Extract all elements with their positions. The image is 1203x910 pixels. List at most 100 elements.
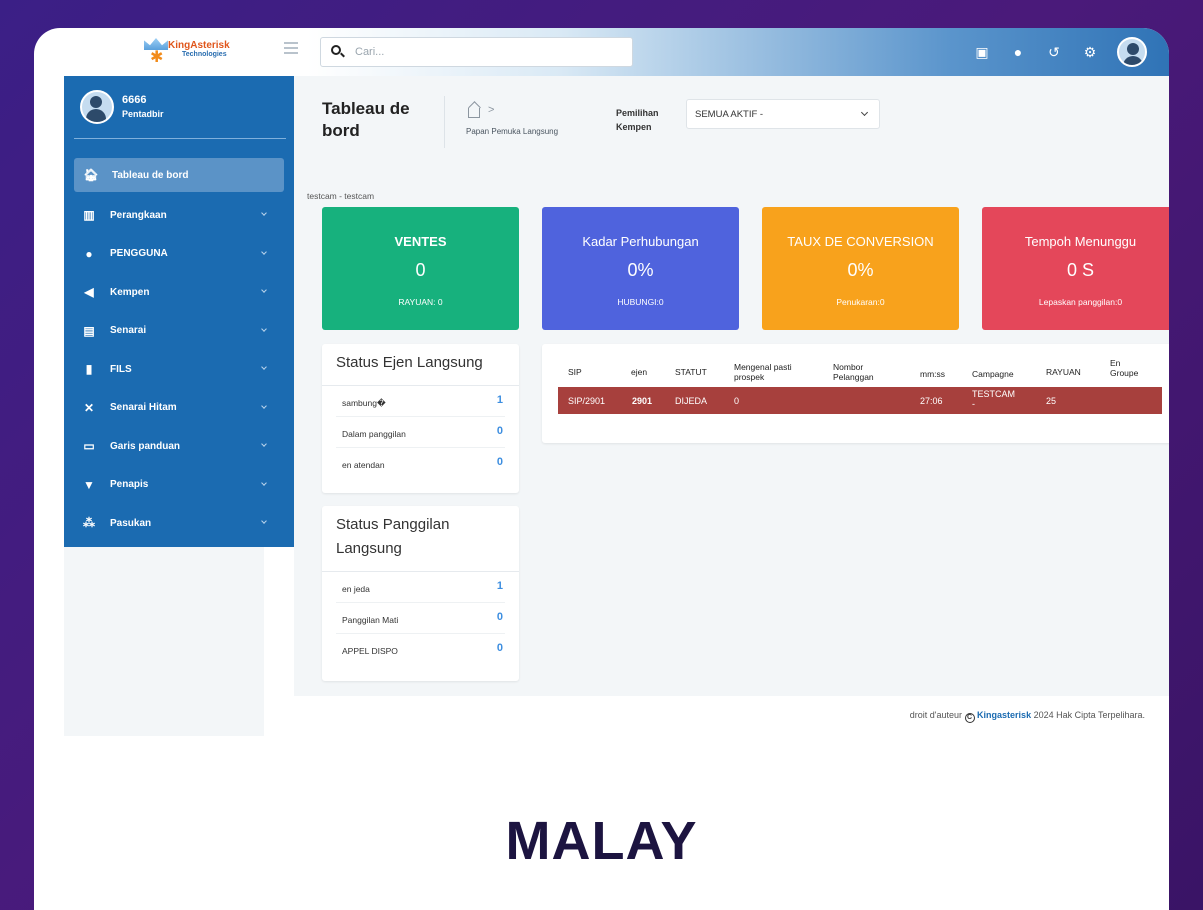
kingasterisk-logo[interactable]: ✱ KingAsterisk Technologies	[144, 36, 236, 68]
sidebar-item-label: Penapis	[110, 479, 149, 491]
list-item[interactable]: en atendan 0	[336, 448, 505, 479]
search-placeholder: Cari...	[355, 46, 385, 58]
hamburger-menu-icon[interactable]	[284, 42, 298, 54]
sidebar-item-senarai-hitam[interactable]: ✕ Senarai Hitam	[64, 389, 294, 428]
table-cell: 2901	[632, 396, 653, 406]
home-icon[interactable]	[468, 108, 480, 118]
divider	[444, 96, 445, 148]
search-input[interactable]: Cari...	[320, 37, 633, 67]
sidebar-item-dashboard[interactable]: 🏠︎ Tableau de bord	[74, 158, 284, 192]
brand-name: KingAsterisk	[168, 40, 230, 51]
user-icon: ●	[85, 246, 93, 261]
column-header: STATUT	[675, 367, 707, 377]
sidebar-item-label: PENGGUNA	[110, 248, 168, 260]
divider	[74, 138, 286, 139]
sidebar-item-kempen[interactable]: ◀ Kempen	[64, 273, 294, 312]
stat-value: 0%	[627, 260, 654, 280]
search-icon	[331, 45, 341, 55]
status-count: 0	[496, 425, 503, 437]
file-icon: ▮	[85, 362, 93, 377]
card-icon: ▭	[83, 439, 95, 454]
main-content: Tableau de bord > Papan Pemuka Langsung …	[294, 76, 1169, 696]
language-caption: MALAY	[505, 811, 698, 871]
cell-line: -	[972, 399, 975, 409]
copyright-suffix: 2024 Hak Cipta Terpelihara.	[1033, 710, 1145, 720]
table-cell: 0	[734, 396, 740, 406]
campaign-select-value: SEMUA AKTIF -	[695, 109, 764, 120]
stat-value: 0 S	[1066, 260, 1095, 280]
list-item[interactable]: APPEL DISPO 0	[336, 634, 505, 665]
stat-title: TAUX DE CONVERSION	[787, 234, 934, 249]
filter-icon: ▼	[83, 477, 95, 492]
status-count: 1	[496, 394, 503, 406]
list-item[interactable]: sambung� 1	[336, 386, 505, 417]
campaign-label-line2: Kempen	[616, 122, 652, 132]
status-count: 1	[496, 580, 503, 592]
status-label: en jeda	[342, 584, 370, 594]
sidebar-item-label: Perangkaan	[110, 209, 167, 221]
column-header: Mengenal pasti prospek	[734, 362, 792, 382]
brand-sub: Technologies	[182, 51, 227, 58]
sidebar-item-pengguna[interactable]: ● PENGGUNA	[64, 235, 294, 274]
footer-brand-link[interactable]: Kingasterisk	[977, 710, 1031, 720]
chat-icon[interactable]: ●	[1009, 44, 1027, 60]
stat-card-taux-de-conversion: TAUX DE CONVERSION 0% Penukaran:0	[762, 207, 959, 330]
header-line: Groupe	[1110, 368, 1139, 378]
chevron-down-icon	[261, 364, 267, 370]
list-item[interactable]: en jeda 1	[336, 572, 505, 603]
sidebar-item-penapis[interactable]: ▼ Penapis	[64, 466, 294, 505]
stat-title: VENTES	[394, 234, 447, 249]
sidebar-item-perangkaan[interactable]: ▥ Perangkaan	[64, 196, 294, 235]
header-line: Mengenal pasti	[734, 362, 792, 372]
cell-line: TESTCAM	[972, 389, 1016, 399]
chevron-down-icon	[261, 402, 267, 409]
sidebar-item-fils[interactable]: ▮ FILS	[64, 350, 294, 389]
sidebar-item-label: Tableau de bord	[112, 169, 189, 181]
page-title: Tableau de bord	[322, 99, 410, 140]
agent-status-panel: Status Ejen Langsung sambung� 1 Dalam pa…	[322, 344, 519, 493]
settings-icon[interactable]: ⚙	[1081, 44, 1099, 61]
copyright-prefix: droit d'auteur	[909, 710, 963, 720]
chart-icon: ▥	[83, 208, 95, 223]
language-icon[interactable]: ▣	[973, 44, 991, 61]
topbar-icons: ▣ ● ↺ ⚙	[973, 36, 1147, 68]
user-role: Pentadbir	[122, 109, 164, 119]
list-item[interactable]: Panggilan Mati 0	[336, 603, 505, 634]
campaign-label-line1: Pemilihan	[616, 108, 659, 118]
sidebar-menu: 🏠︎ Tableau de bord ▥ Perangkaan ● PENGGU…	[64, 158, 294, 543]
chevron-down-icon	[261, 325, 267, 332]
list-item[interactable]: Dalam panggilan 0	[336, 417, 505, 448]
history-icon[interactable]: ↺	[1045, 44, 1063, 61]
sidebar-item-label: Senarai Hitam	[110, 402, 177, 414]
sidebar-item-label: Garis panduan	[110, 440, 181, 452]
call-status-panel: Status Panggilan Langsung en jeda 1 Pang…	[322, 506, 519, 681]
status-label: sambung�	[342, 398, 386, 408]
chevron-down-icon	[261, 479, 267, 486]
avatar	[80, 90, 114, 124]
table-cell: 25	[1046, 396, 1057, 406]
column-header: Nombor Pelanggan	[833, 362, 874, 382]
campaign-select[interactable]: SEMUA AKTIF -	[686, 99, 880, 129]
stat-value: 0%	[847, 260, 874, 280]
status-label: Dalam panggilan	[342, 429, 406, 439]
sidebar-item-pasukan[interactable]: ⁂ Pasukan	[64, 504, 294, 543]
panel-title: Status Panggilan Langsung	[322, 506, 519, 561]
panel-title: Status Ejen Langsung	[336, 354, 483, 371]
campaign-select-label: Pemilihan Kempen	[616, 106, 659, 134]
header-line: Nombor	[833, 362, 864, 372]
top-navbar: ✱ KingAsterisk Technologies Cari... ▣ ● …	[64, 28, 1169, 76]
stat-title: Tempoh Menunggu	[1024, 234, 1137, 249]
user-avatar[interactable]	[1117, 37, 1147, 67]
stat-card-kadar-perhubungan: Kadar Perhubungan 0% HUBUNGI:0	[542, 207, 739, 330]
table-row[interactable]: SIP/2901 2901 DIJEDA 0 27:06 TESTCAM - 2…	[558, 387, 1162, 414]
sidebar: 6666 Pentadbir 🏠︎ Tableau de bord ▥ Pera…	[64, 76, 294, 547]
chevron-down-icon	[261, 248, 267, 255]
breadcrumb[interactable]: Papan Pemuka Langsung	[466, 127, 558, 136]
copyright-icon: C	[964, 713, 975, 723]
sidebar-item-senarai[interactable]: ▤ Senarai	[64, 312, 294, 351]
sidebar-item-garis-panduan[interactable]: ▭ Garis panduan	[64, 427, 294, 466]
column-header: ejen	[631, 367, 648, 377]
column-header: SIP	[568, 367, 582, 377]
chevron-down-icon	[261, 287, 267, 293]
chevron-down-icon	[261, 441, 267, 447]
